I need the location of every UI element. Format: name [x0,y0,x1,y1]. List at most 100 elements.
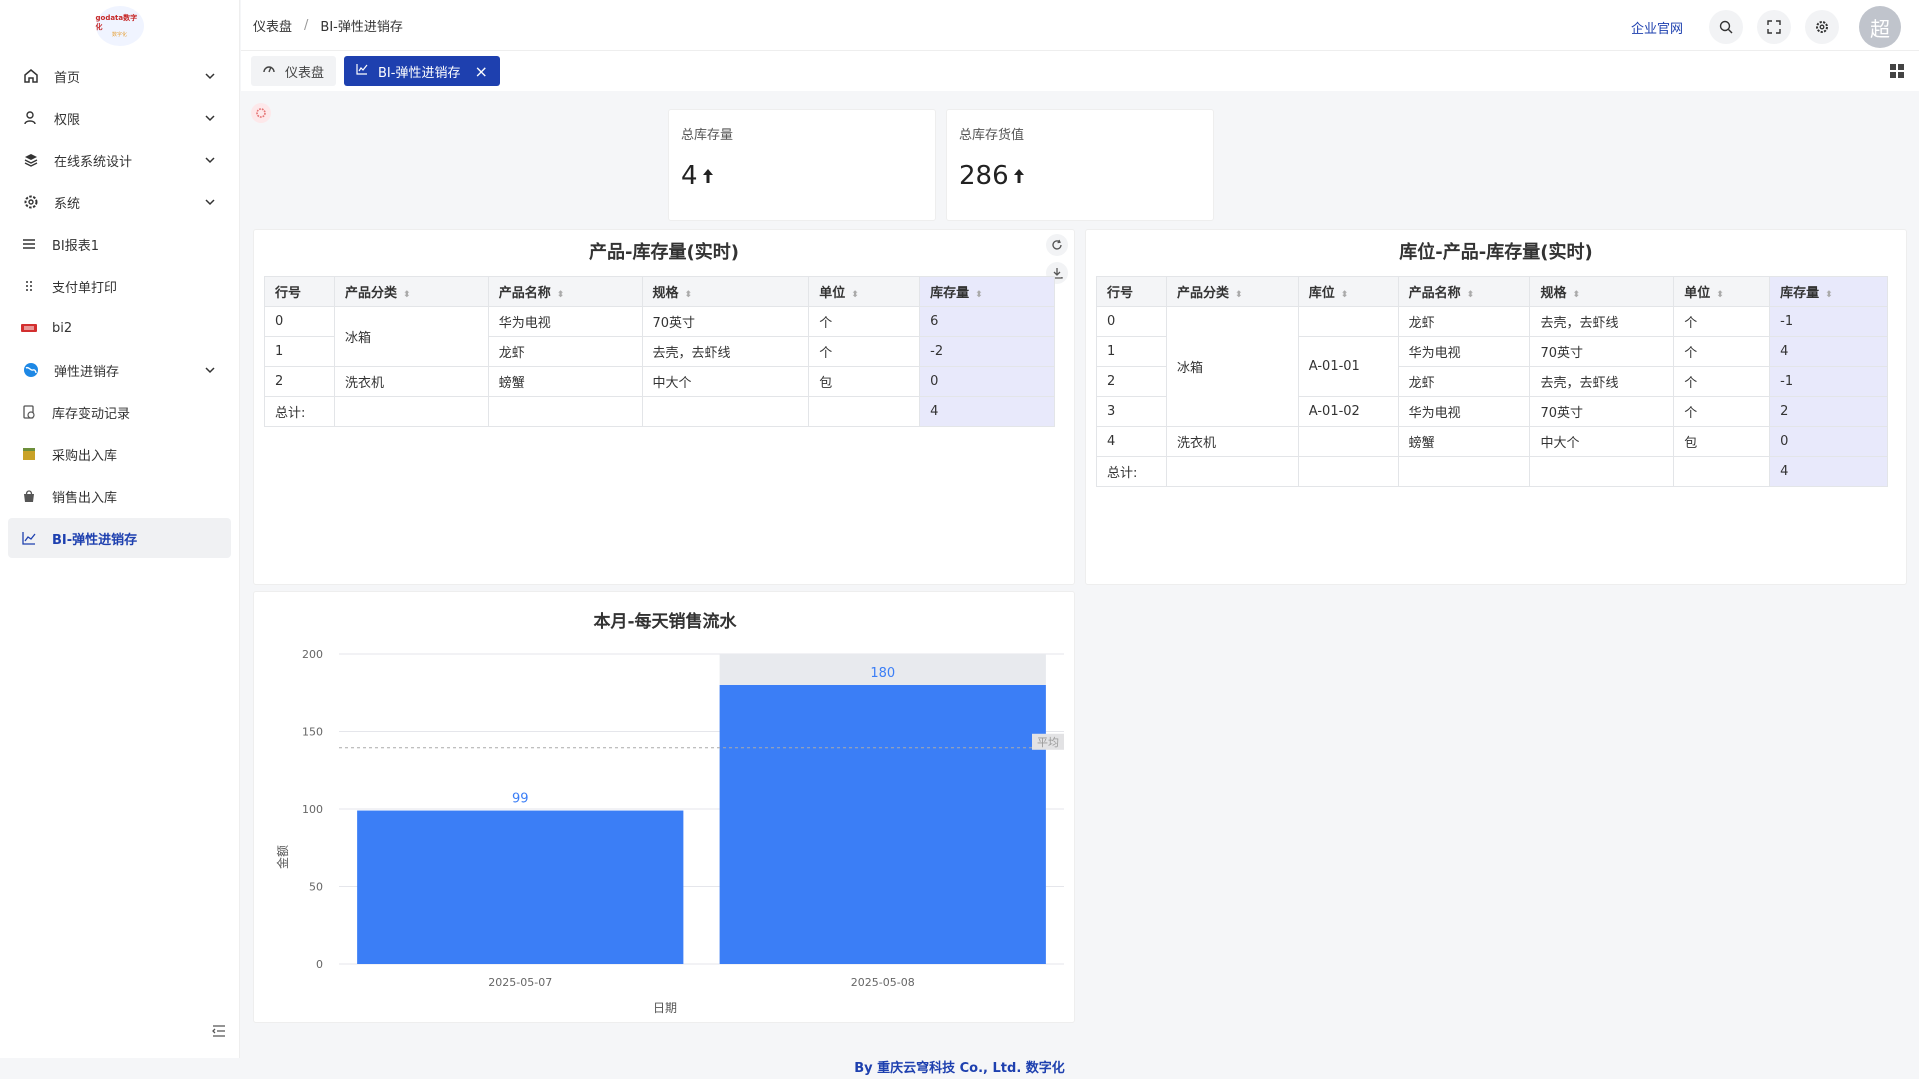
tab-dashboard[interactable]: 仪表盘 [251,56,337,86]
table-header-row: 行号 产品分类 ⬍ 产品名称 ⬍ 规格 ⬍ 单位 ⬍ 库存量 ⬍ [264,276,1055,307]
chart-title: 本月-每天销售流水 [593,611,737,632]
table-cell: 0 [264,306,335,337]
chevron-down-icon [203,69,217,83]
bar [357,810,684,964]
bag-icon [20,487,38,505]
sidebar-item-label: 弹性进销存 [54,364,120,380]
table-cell [808,396,921,427]
sidebar-item-home[interactable]: 首页 [8,56,231,96]
search-icon[interactable] [1709,10,1743,44]
column-header[interactable]: 单位 ⬍ [1673,276,1771,307]
column-header[interactable]: 产品名称 ⬍ [487,276,643,307]
x-tick-label: 2025-05-08 [851,976,915,989]
table-cell: 2 [264,366,335,397]
sidebar-item-bi-elastic[interactable]: BI-弹性进销存 [8,518,231,558]
table-cell: 70英寸 [1529,336,1675,367]
column-header[interactable]: 规格 ⬍ [641,276,810,307]
table-cell [333,396,489,427]
table-cell: 个 [1673,396,1771,427]
close-icon[interactable]: × [474,62,487,81]
table-cell: 2 [1769,396,1888,427]
table-cell: -1 [1769,306,1888,337]
product-stock-table: 行号 产品分类 ⬍ 产品名称 ⬍ 规格 ⬍ 单位 ⬍ 库存量 ⬍ 0 冰箱 华为电视 70… [264,276,1055,427]
sidebar-item-payment-print[interactable]: 支付单打印 [8,266,231,306]
table-cell: 螃蟹 [487,366,643,397]
logo[interactable]: godata数字化 数字化 [0,0,239,52]
sort-icon: ⬍ [851,290,859,300]
column-header[interactable]: 单位 ⬍ [808,276,921,307]
kpi-label: 总库存量 [681,128,734,143]
table-cell [487,396,643,427]
panel-sales-chart: 本月-每天销售流水 0 50 100 150 200 99 2025-05-07 180 20… [253,591,1075,1023]
grid-menu-icon[interactable] [1889,63,1905,79]
avatar[interactable]: 超 [1859,6,1901,48]
kpi-value-row: 4 [681,161,923,191]
header-actions: 企业官网 超 [1631,6,1901,48]
sidebar-item-stock-records[interactable]: 库存变动记录 [8,392,231,432]
chart-xlabel: 日期 [653,1001,677,1015]
table-cell [1297,306,1399,337]
breadcrumb-separator: / [304,17,309,33]
column-header[interactable]: 库位 ⬍ [1297,276,1399,307]
panel-product-stock: 产品-库存量(实时) 行号 产品分类 ⬍ 产品名称 ⬍ 规格 ⬍ 单位 ⬍ 库存量 ⬍ 0… [253,229,1075,585]
breadcrumb-item-current: BI-弹性进销存 [320,19,403,35]
sidebar-item-label: bi2 [52,320,73,336]
fullscreen-icon[interactable] [1757,10,1791,44]
breadcrumb-item-dashboard[interactable]: 仪表盘 [253,16,292,35]
sort-icon: ⬍ [1466,290,1475,300]
chart-line-icon [356,63,368,79]
table-cell: 中大个 [1529,426,1675,457]
collapse-sidebar-icon[interactable] [210,1022,228,1040]
kpi-total-stock: 总库存量 4 [668,109,936,221]
table-cell: 4 [1769,336,1888,367]
table-cell: 洗衣机 [333,366,489,397]
settings-icon[interactable] [1805,10,1839,44]
table-cell [641,396,810,427]
column-header[interactable]: 产品分类 ⬍ [333,276,489,307]
sidebar-item-bi2[interactable]: bi2 [8,308,231,348]
sidebar-item-system[interactable]: 系统 [8,182,231,222]
table-cell: 0 [1769,426,1888,457]
column-header[interactable]: 库存量 ⬍ [919,276,1055,307]
table-cell: 去壳，去虾线 [1529,366,1675,397]
sort-icon: ⬍ [975,290,983,300]
table-cell: 龙虾 [487,336,643,367]
total-value: 4 [919,396,1055,427]
table-header-row: 行号 产品分类 ⬍ 库位 ⬍ 产品名称 ⬍ 规格 ⬍ 单位 ⬍ 库存量 ⬍ [1096,276,1888,307]
sidebar-item-bi-report1[interactable]: BI报表1 [8,224,231,264]
chevron-down-icon [203,111,217,125]
chevron-down-icon [203,195,217,209]
panel-title: 库位-产品-库存量(实时) [1399,242,1593,263]
kpi-value: 286 [959,161,1009,191]
column-header[interactable]: 规格 ⬍ [1529,276,1675,307]
column-header[interactable]: 库存量 ⬍ [1769,276,1888,307]
bar-value-label: 180 [870,666,895,681]
logo-bottom-text: 数字化 [111,31,127,38]
arrow-up-icon [702,161,714,191]
y-tick-label: 150 [302,726,323,739]
refresh-icon[interactable] [1046,234,1068,256]
sidebar-item-elastic-inventory[interactable]: 弹性进销存 [8,350,231,390]
sidebar-item-online-design[interactable]: 在线系统设计 [8,140,231,180]
sort-icon: ⬍ [1716,290,1724,300]
column-header[interactable]: 产品分类 ⬍ [1165,276,1299,307]
kpi-value: 4 [681,161,698,191]
company-site-link[interactable]: 企业官网 [1631,18,1683,37]
sidebar-item-purchase-io[interactable]: 采购出入库 [8,434,231,474]
tab-bi-elastic[interactable]: BI-弹性进销存 × [344,56,500,86]
sidebar-item-label: 销售出入库 [52,490,118,506]
sidebar-item-sales-io[interactable]: 销售出入库 [8,476,231,516]
table-cell: -2 [919,336,1055,367]
dashboard-icon [263,63,275,79]
table-cell: 中大个 [641,366,810,397]
table-cell: 包 [808,366,921,397]
table-cell: 华为电视 [1397,396,1531,427]
y-tick-label: 200 [302,648,323,661]
sidebar-item-permission[interactable]: 权限 [8,98,231,138]
gear-icon[interactable] [251,103,271,123]
column-header[interactable]: 产品名称 ⬍ [1397,276,1531,307]
kpi-total-value: 总库存货值 286 [946,109,1214,221]
sales-bar-chart: 本月-每天销售流水 0 50 100 150 200 99 2025-05-07 180 20… [275,611,1064,1015]
kpi-value-row: 286 [959,161,1201,191]
panel-location-product-stock: 库位-产品-库存量(实时) 行号 产品分类 ⬍ 库位 ⬍ 产品名称 ⬍ 规格 ⬍ 单位 ⬍… [1085,229,1907,585]
